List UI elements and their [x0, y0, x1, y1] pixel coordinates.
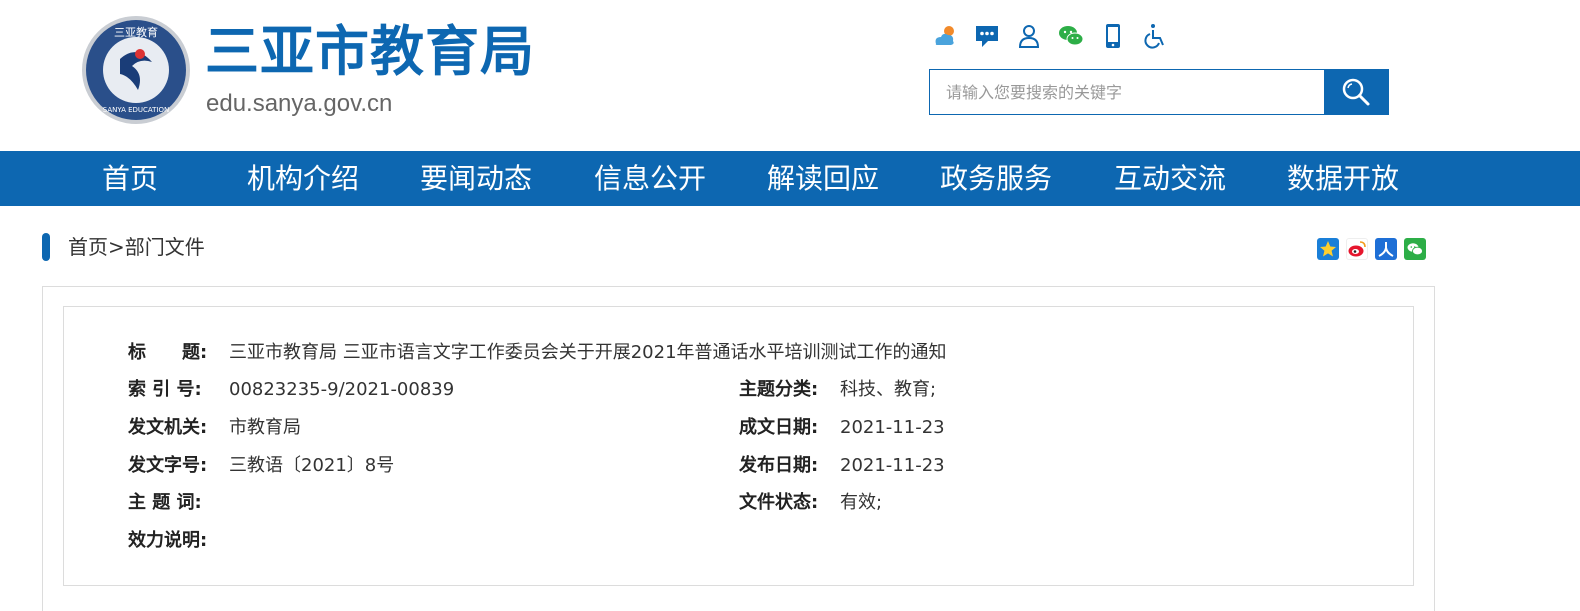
- logo-text-bottom: SANYA EDUCATION: [103, 106, 170, 114]
- index-label: 索 引 号:: [128, 379, 202, 400]
- site-domain: edu.sanya.gov.cn: [206, 90, 393, 117]
- search-input[interactable]: [930, 70, 1324, 114]
- qzone-icon[interactable]: [1317, 238, 1339, 260]
- nav-item-news[interactable]: 要闻动态: [396, 151, 556, 206]
- written-date-value: 2021-11-23: [840, 417, 945, 438]
- publish-date-value: 2021-11-23: [840, 455, 945, 476]
- breadcrumb-marker: [42, 233, 50, 261]
- nav-item-interpretation[interactable]: 解读回应: [743, 151, 903, 206]
- title-value: 三亚市教育局 三亚市语言文字工作委员会关于开展2021年普通话水平培训测试工作的…: [229, 342, 947, 363]
- breadcrumb-separator: >: [108, 235, 125, 259]
- doc-number-value: 三教语〔2021〕8号: [229, 455, 395, 476]
- breadcrumb-home[interactable]: 首页: [68, 233, 108, 261]
- keywords-label: 主 题 词:: [128, 492, 202, 513]
- category-label: 主题分类:: [739, 379, 819, 400]
- renren-icon[interactable]: [1375, 238, 1397, 260]
- status-label: 文件状态:: [739, 492, 819, 513]
- validity-label: 效力说明:: [128, 530, 208, 551]
- weibo-icon[interactable]: [1346, 238, 1368, 260]
- status-value: 有效;: [840, 492, 883, 513]
- search-button[interactable]: [1324, 70, 1388, 114]
- message-icon[interactable]: [972, 21, 1002, 51]
- mobile-icon[interactable]: [1098, 21, 1128, 51]
- nav-item-services[interactable]: 政务服务: [916, 151, 1076, 206]
- doc-number-label: 发文字号:: [128, 455, 208, 476]
- search-box: [929, 69, 1389, 115]
- written-date-label: 成文日期:: [739, 417, 819, 438]
- site-logo[interactable]: 三亚教育 SANYA EDUCATION: [80, 14, 192, 126]
- breadcrumb: 首页 > 部门文件: [68, 233, 205, 261]
- wechat-icon[interactable]: [1056, 21, 1086, 51]
- category-value: 科技、教育;: [840, 379, 937, 400]
- nav-item-open-data[interactable]: 数据开放: [1263, 151, 1423, 206]
- index-value: 00823235-9/2021-00839: [229, 379, 455, 400]
- issuer-value: 市教育局: [229, 417, 301, 438]
- nav-item-about[interactable]: 机构介绍: [223, 151, 383, 206]
- accessibility-icon[interactable]: [1140, 21, 1170, 51]
- site-title: 三亚市教育局: [205, 20, 535, 83]
- user-icon[interactable]: [1014, 21, 1044, 51]
- search-icon: [1342, 78, 1370, 106]
- publish-date-label: 发布日期:: [739, 455, 819, 476]
- nav-item-home[interactable]: 首页: [50, 151, 210, 206]
- breadcrumb-current[interactable]: 部门文件: [125, 233, 205, 261]
- nav-item-disclosure[interactable]: 信息公开: [570, 151, 730, 206]
- wechat-share-icon[interactable]: [1404, 238, 1426, 260]
- nav-item-interaction[interactable]: 互动交流: [1090, 151, 1250, 206]
- issuer-label: 发文机关:: [128, 417, 208, 438]
- weather-icon[interactable]: [930, 21, 960, 51]
- logo-text-top: 三亚教育: [114, 25, 158, 39]
- main-nav: 首页 机构介绍 要闻动态 信息公开 解读回应 政务服务 互动交流 数据开放: [0, 151, 1580, 206]
- top-icon-bar: [930, 20, 1170, 52]
- title-label: 标 题:: [128, 342, 208, 363]
- share-bar: [1317, 238, 1426, 260]
- site-header: 三亚教育 SANYA EDUCATION 三亚市教育局 edu.sanya.go…: [0, 0, 1580, 151]
